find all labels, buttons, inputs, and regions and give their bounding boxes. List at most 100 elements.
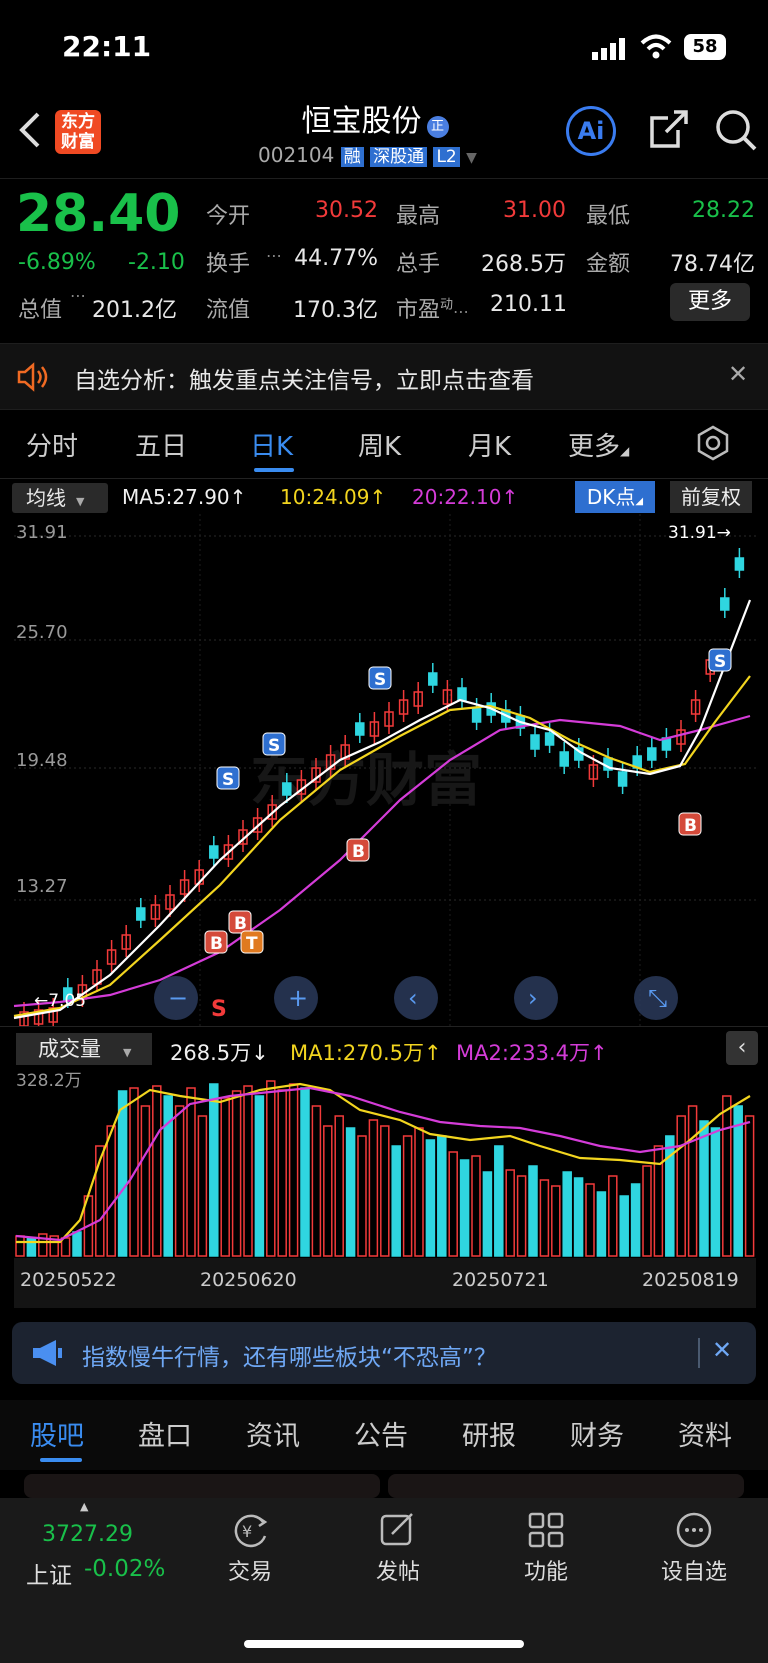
indicator-label: 均线 <box>26 486 66 510</box>
trade-label: 交易 <box>227 1560 272 1585</box>
battery-icon: 58 <box>684 34 726 60</box>
tab-announce[interactable]: 公告 <box>354 1414 408 1453</box>
stat-open-label: 今开 <box>206 204 251 229</box>
share-icon[interactable] <box>648 108 690 154</box>
volume-bar <box>459 1159 470 1257</box>
volume-chart[interactable]: 328.2万 20250522 20250620 20250721 202508… <box>0 1068 768 1308</box>
info-icon[interactable]: ⋯ <box>70 286 86 305</box>
back-icon[interactable] <box>16 110 44 154</box>
post-card-peek <box>388 1474 744 1498</box>
ai-button[interactable]: Ai <box>566 106 616 156</box>
ma10-value: 10:24.09↑ <box>280 485 387 509</box>
candle-body <box>734 557 745 571</box>
ma20-value: 20:22.10↑ <box>412 485 519 509</box>
signal-marker-s: S <box>368 666 392 690</box>
signal-marker-label: S <box>268 736 280 756</box>
chart-control-prev: ‹ <box>394 976 438 1020</box>
add-watchlist-button[interactable]: 设自选 <box>654 1510 734 1586</box>
volume-bar <box>254 1095 265 1257</box>
indicator-select[interactable]: 均线 ▼ <box>12 483 108 513</box>
tab-research[interactable]: 研报 <box>462 1414 516 1453</box>
volume-bar <box>209 1083 219 1257</box>
dk-label: DK点 <box>586 485 636 509</box>
tab-weekly-k[interactable]: 周K <box>358 426 401 463</box>
stat-low-value: 28.22 <box>692 198 755 223</box>
alert-text: 自选分析：触发重点关注信号，立即点击查看 <box>74 368 534 394</box>
ma5-value: MA5:27.90↑ <box>122 485 247 509</box>
tab-minute[interactable]: 分时 <box>26 426 78 463</box>
volume-bar <box>72 1231 82 1257</box>
tab-five-day[interactable]: 五日 <box>135 426 187 463</box>
stat-pe-sup: 动 <box>440 297 454 313</box>
date-label-2: 20250620 <box>200 1269 297 1291</box>
tab-more[interactable]: 更多◢ <box>568 426 629 463</box>
change-amount: -2.10 <box>128 250 185 275</box>
stat-open-value: 30.52 <box>315 198 378 223</box>
change-percent: -6.89% <box>18 250 96 275</box>
stat-volume-label: 总手 <box>396 252 441 277</box>
tab-monthly-k[interactable]: 月K <box>468 426 511 463</box>
apps-button[interactable]: 功能 <box>506 1510 586 1586</box>
info-icon[interactable]: ⋯ <box>453 302 469 321</box>
tab-profile[interactable]: 资料 <box>678 1414 732 1453</box>
trade-button[interactable]: ¥ 交易 <box>210 1510 290 1586</box>
index-value[interactable]: 3727.29 <box>42 1522 133 1547</box>
volume-value: 268.5万↓ <box>170 1041 269 1065</box>
y-label-3: 19.48 <box>16 750 68 771</box>
volume-bar <box>596 1191 607 1257</box>
signal-marker-s: S <box>216 766 240 790</box>
close-icon[interactable]: ✕ <box>712 1336 732 1364</box>
close-icon[interactable]: ✕ <box>728 360 748 388</box>
trade-icon: ¥ <box>234 1514 268 1548</box>
signal-marker-s: S <box>262 732 286 756</box>
stat-volume-value: 268.5万 <box>481 252 566 277</box>
tab-guba[interactable]: 股吧 <box>30 1414 84 1453</box>
home-indicator <box>244 1640 524 1648</box>
signal-marker-b: B <box>678 812 702 836</box>
kline-chart[interactable]: 东方财富 31.91 25.70 19.48 13.27 31.91→ ←7.0… <box>0 514 768 1026</box>
stock-title[interactable]: 恒宝股份 正 <box>250 96 500 140</box>
collapse-button[interactable]: ‹ <box>726 1031 758 1065</box>
svg-text:⤡: ⤡ <box>648 984 667 1012</box>
news-banner[interactable]: 指数慢牛行情，还有哪些板块“不恐高”？ ✕ <box>12 1322 756 1384</box>
stock-name: 恒宝股份 <box>301 104 422 139</box>
chart-control-zoom-in: + <box>274 976 318 1020</box>
signal-marker-label: B <box>684 816 697 836</box>
svg-text:+: + <box>288 984 308 1012</box>
volume-bar <box>482 1171 493 1257</box>
settings-icon[interactable] <box>694 424 732 466</box>
info-icon[interactable]: ⋯ <box>266 246 282 265</box>
svg-text:›: › <box>528 984 538 1012</box>
tab-news[interactable]: 资讯 <box>246 1414 300 1453</box>
tab-daily-k[interactable]: 日K <box>250 426 293 463</box>
tab-more-label: 更多 <box>568 432 621 462</box>
post-button[interactable]: 发帖 <box>358 1510 438 1586</box>
volume-ma2: MA2:233.4万↑ <box>456 1041 608 1065</box>
candle-body <box>282 782 292 796</box>
stat-amount-label: 金额 <box>586 252 631 277</box>
signal-s-label: S <box>211 997 227 1022</box>
tab-pankou[interactable]: 盘口 <box>138 1414 192 1453</box>
date-label-3: 20250721 <box>452 1269 549 1291</box>
signal-marker-label: S <box>222 770 234 790</box>
dk-button[interactable]: DK点◢ <box>575 481 655 513</box>
adjust-button[interactable]: 前复权 <box>670 481 752 513</box>
volume-bar <box>425 1139 436 1257</box>
index-name: 上证 <box>26 1563 72 1589</box>
stock-code-row[interactable]: 002104 融 深股通 L2 ▼ <box>258 142 477 167</box>
volume-bar <box>26 1237 37 1257</box>
more-button[interactable]: 更多 <box>670 283 750 321</box>
volume-indicator-select[interactable]: 成交量 ▼ <box>16 1033 152 1065</box>
chevron-down-icon: ▼ <box>76 495 85 508</box>
tab-finance[interactable]: 财务 <box>570 1414 624 1453</box>
search-icon[interactable] <box>714 108 758 156</box>
footer: ▲ 3727.29 上证 -0.02% ¥ 交易 发帖 功能 设自选 <box>0 1498 768 1663</box>
signal-icon <box>592 38 626 64</box>
volume-bar <box>345 1127 356 1257</box>
volume-bar: 成交量 ▼ 268.5万↓ MA1:270.5万↑ MA2:233.4万↑ ‹ <box>0 1026 768 1069</box>
megaphone-icon <box>30 1338 64 1372</box>
alert-banner[interactable]: 自选分析：触发重点关注信号，立即点击查看 ✕ <box>0 343 768 410</box>
stat-low-label: 最低 <box>586 204 631 229</box>
candle-body <box>647 747 657 761</box>
stat-amount-value: 78.74亿 <box>670 252 755 277</box>
